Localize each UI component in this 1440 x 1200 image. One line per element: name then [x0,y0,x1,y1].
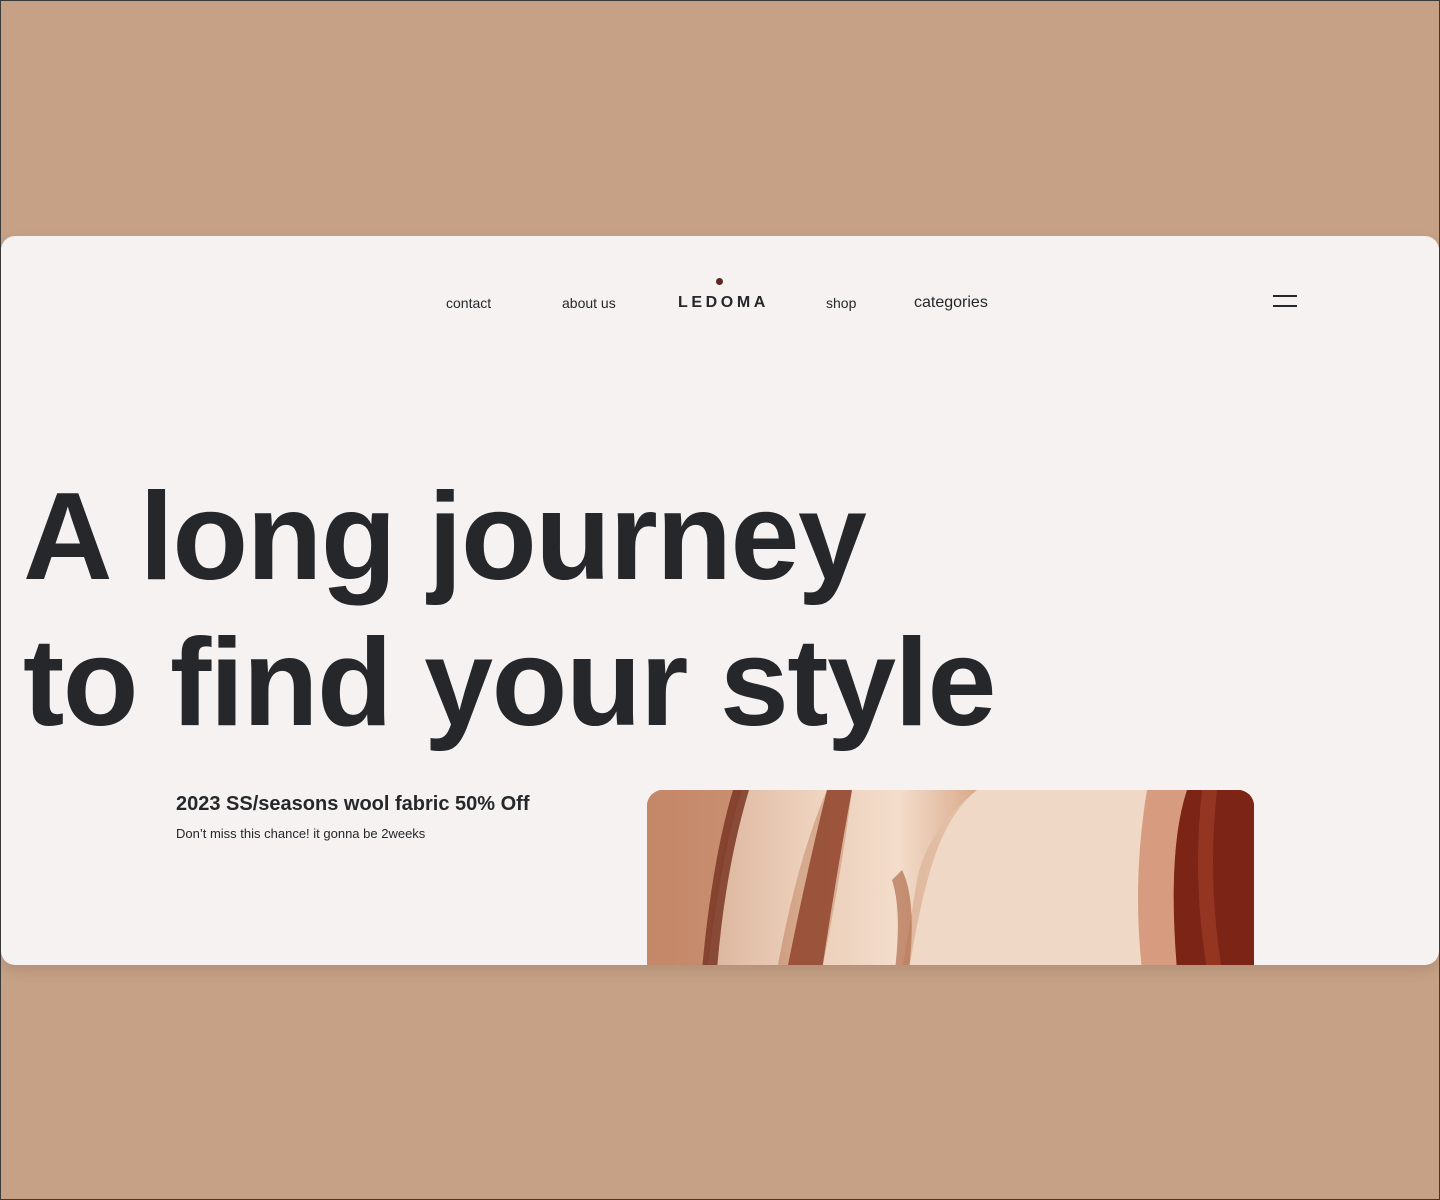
hero-line-2: to find your style [23,614,996,752]
nav-categories-link[interactable]: categories [914,294,988,312]
hero-headline: A long journey to find your style [23,464,996,756]
hamburger-menu-icon[interactable] [1273,294,1297,308]
promo-title: 2023 SS/seasons wool fabric 50% Off [176,793,530,815]
main-card: contact about us LEDOMA shop categories … [1,236,1439,965]
nav-contact-link[interactable]: contact [446,295,491,311]
fabric-illustration [647,790,1254,965]
menu-line-top [1273,295,1297,297]
nav-about-link[interactable]: about us [562,295,616,311]
logo-dot-icon [716,278,723,285]
menu-line-bottom [1273,305,1297,307]
promo-subtitle: Don’t miss this chance! it gonna be 2wee… [176,826,426,841]
hero-line-1: A long journey [23,468,867,606]
nav-shop-link[interactable]: shop [826,295,856,311]
fabric-image [647,790,1254,965]
brand-logo[interactable]: LEDOMA [678,294,769,312]
